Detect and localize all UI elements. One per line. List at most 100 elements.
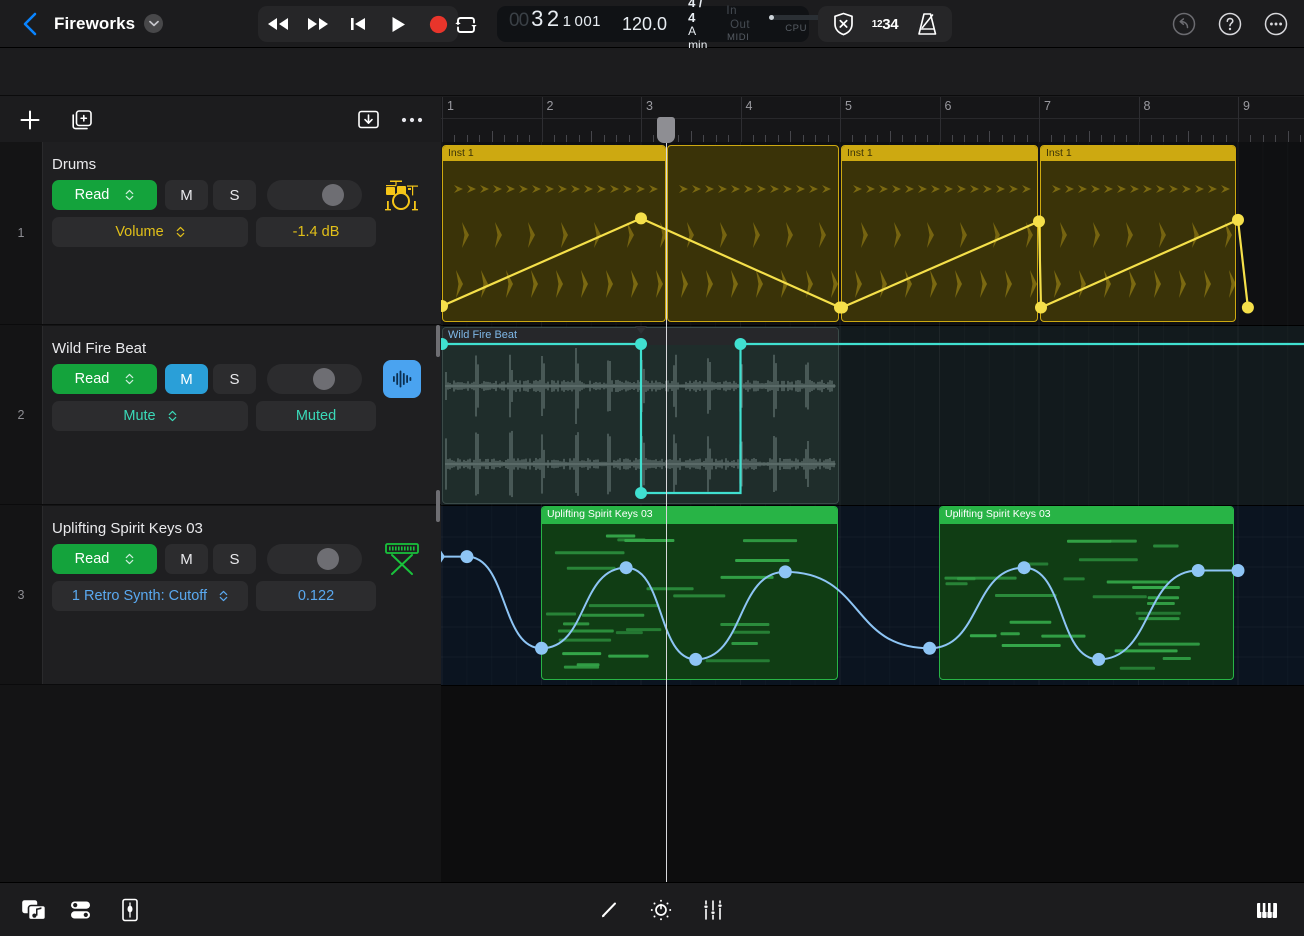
track-name[interactable]: Wild Fire Beat: [52, 340, 146, 357]
brightness-button[interactable]: [637, 888, 685, 932]
volume-slider[interactable]: [267, 544, 362, 574]
lcd-display[interactable]: 00 3 2 1 001 120.0 4 / 4 A min In Out MI…: [497, 6, 809, 42]
automation-parameter-value[interactable]: Muted: [256, 401, 376, 431]
track-row[interactable]: 3 Uplifting Spirit Keys 03 Read M S: [0, 506, 441, 685]
play-button[interactable]: [383, 9, 413, 39]
settings-toggles-icon: [69, 899, 95, 921]
track-icon[interactable]: [383, 540, 421, 578]
volume-slider-knob[interactable]: [313, 368, 335, 390]
mute-button[interactable]: M: [165, 364, 208, 394]
metronome-button[interactable]: [906, 9, 948, 39]
automation-parameter-selector[interactable]: Volume: [52, 217, 248, 247]
track-name[interactable]: Uplifting Spirit Keys 03: [52, 520, 203, 537]
automation-mode-button[interactable]: Read: [52, 544, 157, 574]
ruler-tick: [753, 135, 754, 142]
bottom-left-group: [10, 888, 154, 932]
automation-mode-button[interactable]: Read: [52, 180, 157, 210]
playhead-handle[interactable]: [657, 117, 675, 143]
import-button[interactable]: [348, 100, 388, 140]
region-name: Uplifting Spirit Keys 03: [945, 508, 1051, 520]
ruler-bar-label: 1: [447, 99, 454, 113]
pencil-button[interactable]: [585, 888, 633, 932]
automation-parameter-value[interactable]: 0.122: [256, 581, 376, 611]
cpu-meter-bar: [769, 15, 823, 20]
duplicate-track-button[interactable]: [62, 100, 102, 140]
track-name[interactable]: Drums: [52, 156, 96, 173]
ruler-bar-line: [1238, 97, 1239, 142]
panel-resize-handle[interactable]: [436, 490, 440, 522]
region-name: Inst 1: [847, 147, 873, 159]
volume-slider[interactable]: [267, 180, 362, 210]
mute-button[interactable]: M: [165, 544, 208, 574]
track-row[interactable]: 1 Drums Read M S: [0, 142, 441, 325]
arrange-area[interactable]: 123456789 Inst 1 Inst 1 Inst 1 Wild Fire…: [441, 97, 1304, 882]
ruler-bar-line: [1139, 97, 1140, 142]
ruler-tick: [1263, 135, 1264, 142]
fast-forward-button[interactable]: [303, 9, 333, 39]
automation-mode-button[interactable]: Read: [52, 364, 157, 394]
crash-protect-button[interactable]: [822, 9, 864, 39]
tempo-display[interactable]: 120.0: [611, 6, 678, 42]
region-name: Wild Fire Beat: [448, 329, 517, 341]
track-icon[interactable]: [383, 176, 421, 214]
track-icon[interactable]: [383, 360, 421, 398]
duplicate-track-icon: [71, 109, 93, 131]
cycle-button[interactable]: [448, 6, 484, 42]
solo-button[interactable]: S: [213, 364, 256, 394]
count-in-small: 12: [872, 19, 883, 30]
timeline-ruler[interactable]: 123456789: [441, 97, 1304, 142]
more-options-button[interactable]: [1258, 6, 1294, 42]
loop-browser-button[interactable]: [10, 888, 58, 932]
channel-strip-button[interactable]: [106, 888, 154, 932]
midi-notes: [940, 525, 1233, 680]
go-to-beginning-button[interactable]: [343, 9, 373, 39]
ruler-tick: [1188, 131, 1189, 142]
track-list-more-button[interactable]: [392, 100, 432, 140]
region-inst1-d[interactable]: Inst 1: [1040, 145, 1236, 322]
mute-button[interactable]: M: [165, 180, 208, 210]
ruler-tick: [1288, 131, 1289, 142]
bottom-center-group: [585, 888, 737, 932]
ruler-bar-label: 8: [1144, 99, 1151, 113]
ruler-tick: [1176, 135, 1177, 142]
ruler-tick: [902, 135, 903, 142]
piano-keyboard-button[interactable]: [1244, 888, 1292, 932]
position-display[interactable]: 00 3 2 1 001: [497, 6, 611, 42]
volume-slider-knob[interactable]: [317, 548, 339, 570]
position-bar: 3: [531, 6, 544, 32]
panel-resize-handle[interactable]: [436, 325, 440, 357]
add-track-button[interactable]: [10, 100, 50, 140]
midi-notes: [542, 525, 837, 680]
volume-slider-knob[interactable]: [322, 184, 344, 206]
region-name: Uplifting Spirit Keys 03: [547, 508, 653, 520]
ruler-tick: [865, 135, 866, 142]
region-inst1-a[interactable]: Inst 1: [442, 145, 666, 322]
region-inst1-c[interactable]: Inst 1: [841, 145, 1038, 322]
settings-toggles-button[interactable]: [58, 888, 106, 932]
automation-parameter-value[interactable]: -1.4 dB: [256, 217, 376, 247]
time-signature-display[interactable]: 4 / 4 A min: [678, 6, 717, 42]
mixer-sliders-button[interactable]: [689, 888, 737, 932]
region-wildfire[interactable]: Wild Fire Beat: [442, 327, 839, 504]
back-button[interactable]: [12, 7, 46, 41]
automation-parameter-selector[interactable]: 1 Retro Synth: Cutoff: [52, 581, 248, 611]
midi-activity-display: In Out MIDI: [717, 6, 759, 42]
track-row[interactable]: 2 Wild Fire Beat Read M S: [0, 326, 441, 505]
volume-slider[interactable]: [267, 364, 362, 394]
rewind-button[interactable]: [263, 9, 293, 39]
ruler-tick: [554, 135, 555, 142]
automation-parameter-selector[interactable]: Mute: [52, 401, 248, 431]
solo-button[interactable]: S: [213, 544, 256, 574]
region-keys-a[interactable]: Uplifting Spirit Keys 03: [541, 506, 838, 680]
count-in-button[interactable]: 1234: [864, 9, 906, 39]
help-button[interactable]: [1212, 6, 1248, 42]
solo-button[interactable]: S: [213, 180, 256, 210]
region-name: Inst 1: [1046, 147, 1072, 159]
region-inst1-b[interactable]: [667, 145, 839, 322]
region-keys-b[interactable]: Uplifting Spirit Keys 03: [939, 506, 1234, 680]
ruler-bar-label: 4: [746, 99, 753, 113]
ruler-tick: [517, 135, 518, 142]
project-menu-button[interactable]: [144, 14, 163, 33]
ruler-bar-label: 6: [945, 99, 952, 113]
undo-button[interactable]: [1166, 6, 1202, 42]
